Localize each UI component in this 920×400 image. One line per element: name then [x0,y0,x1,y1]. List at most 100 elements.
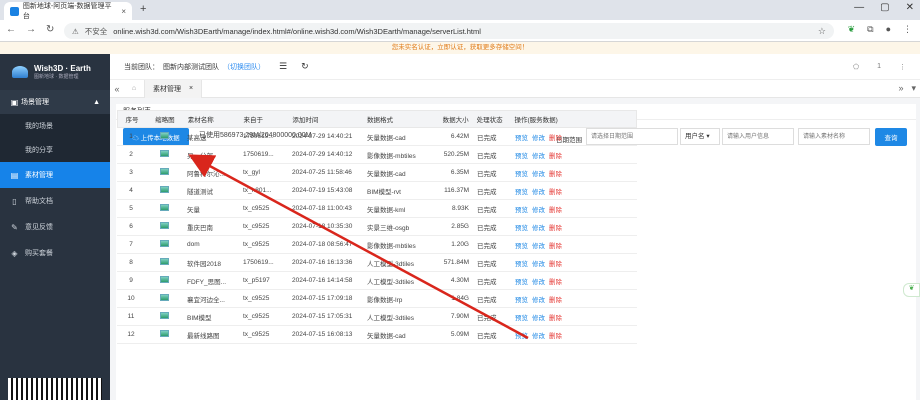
refresh-icon[interactable]: ↻ [301,61,309,72]
sidebar-item-help[interactable]: ▯ 帮助文档 [0,188,110,214]
profile-icon[interactable]: ● [886,24,891,35]
preview-link[interactable]: 预览 [515,225,528,232]
table-cell: 已完成 [477,134,497,142]
url-bar[interactable]: ⚠ 不安全 online.wish3d.com/Wish3DEarth/mana… [64,23,834,39]
user-info-input[interactable] [722,128,794,145]
preview-link[interactable]: 预览 [515,171,528,178]
tabs-menu-icon[interactable]: ▾ [911,83,916,94]
browser-tab-title: 图新地球-阿页端-数据管理平台 [22,3,112,20]
delete-link[interactable]: 删除 [549,243,562,250]
delete-link[interactable]: 删除 [549,225,562,232]
edit-link[interactable]: 修改 [532,315,545,322]
user-type-select[interactable]: 用户名 ▾ [680,128,720,145]
image-thumbnail-icon [159,294,169,301]
edit-link[interactable]: 修改 [532,135,545,142]
edit-link[interactable]: 修改 [532,207,545,214]
sidebar-item-my-scenes[interactable]: 我的场景 [0,114,110,138]
delete-link[interactable]: 删除 [549,315,562,322]
extension-leaf-icon[interactable]: ❦ [848,24,856,35]
close-window-icon[interactable]: ✕ [906,2,914,13]
sidebar-group-scenes[interactable]: ▣ 场景管理 ▲ [0,90,110,114]
minimize-icon[interactable]: — [854,2,864,13]
preview-link[interactable]: 预览 [515,297,528,304]
browser-menu-icon[interactable]: ⋮ [903,24,912,35]
edit-link[interactable]: 修改 [532,225,545,232]
thumbnail [145,294,183,303]
edit-link[interactable]: 修改 [532,333,545,340]
switch-team-link[interactable]: （切换团队） [223,62,265,72]
delete-link[interactable]: 删除 [549,207,562,214]
edit-link[interactable]: 修改 [532,171,545,178]
sidebar-item-my-shares[interactable]: 我的分享 [0,138,110,162]
delete-link[interactable]: 删除 [549,297,562,304]
tabs-scroll-right-icon[interactable]: » [898,83,903,94]
table-cell: 7 [129,241,133,248]
table-cell: 已完成 [477,242,497,250]
forward-icon[interactable]: → [26,24,36,35]
sidebar-item-materials[interactable]: ▤ 素材管理 [0,162,110,188]
more-icon[interactable]: ⋮ [899,63,906,71]
edit-link[interactable]: 修改 [532,279,545,286]
material-name-input[interactable] [798,128,870,145]
preview-link[interactable]: 预览 [515,243,528,250]
url-text[interactable]: online.wish3d.com/Wish3DEarth/manage/ind… [113,27,481,36]
browser-tab[interactable]: 图新地球-阿页端-数据管理平台 × [4,2,132,20]
preview-link[interactable]: 预览 [515,279,528,286]
edit-link[interactable]: 修改 [532,189,545,196]
preview-link[interactable]: 预览 [515,315,528,322]
not-secure-icon[interactable]: ⚠ [72,27,79,36]
delete-link[interactable]: 删除 [549,333,562,340]
table-row: 2 另一分部 1750619... 2024-07-29 14:40:12 影像数据-m… [117,146,637,164]
delete-link[interactable]: 删除 [549,171,562,178]
preview-link[interactable]: 预览 [515,207,528,214]
preview-link[interactable]: 预览 [515,261,528,268]
sidebar-item-purchase[interactable]: ◈ 购买套餐 [0,240,110,266]
thumbnail [145,168,183,177]
preview-link[interactable]: 预览 [515,135,528,142]
tab-materials[interactable]: 素材管理 × [144,79,203,98]
table-cell: 隧道测试 [187,188,213,196]
home-icon[interactable]: ⌂ [124,85,144,92]
skin-icon[interactable]: ⬠ [853,63,859,71]
query-button[interactable]: 查询 [875,128,907,146]
edit-link[interactable]: 修改 [532,261,545,268]
verify-notice[interactable]: 您未实名认证，立即认证，获取更多存储空间！ [0,42,920,54]
table-cell: 2024-07-29 14:40:12 [292,151,353,158]
extensions-puzzle-icon[interactable]: ⧉ [867,24,873,35]
edit-link[interactable]: 修改 [532,243,545,250]
close-icon[interactable]: × [189,85,193,92]
preview-link[interactable]: 预览 [515,189,528,196]
reload-icon[interactable]: ↻ [46,24,54,35]
thumbnail [145,204,183,213]
delete-link[interactable]: 删除 [549,189,562,196]
table-cell: 4.30M [450,277,469,284]
table-cell: 2.85G [451,223,469,230]
delete-link[interactable]: 删除 [549,261,562,268]
table-cell: 人工模型-3dtiles [367,260,414,268]
edit-link[interactable]: 修改 [532,297,545,304]
table-cell: BIM模型-rvt [367,188,401,196]
maximize-icon[interactable]: ▢ [880,2,889,13]
preview-link[interactable]: 预览 [515,333,528,340]
menu-toggle-icon[interactable]: ☰ [279,61,287,72]
delete-link[interactable]: 删除 [549,135,562,142]
new-tab-icon[interactable]: + [140,3,146,15]
tab-label: 素材管理 [153,85,181,93]
back-icon[interactable]: ← [6,24,16,35]
bookmark-star-icon[interactable]: ☆ [818,26,826,37]
delete-link[interactable]: 删除 [549,279,562,286]
site-favicon-icon [10,6,19,16]
preview-link[interactable]: 预览 [515,153,528,160]
close-tab-icon[interactable]: × [121,7,126,16]
user-name[interactable]: 1 [877,63,881,70]
sidebar-item-feedback[interactable]: ✎ 意见反馈 [0,214,110,240]
tabs-scroll-left-icon[interactable]: « [110,84,124,94]
delete-link[interactable]: 删除 [549,153,562,160]
column-header: 数据格式 [367,117,394,124]
edit-link[interactable]: 修改 [532,153,545,160]
scene-icon: ▣ [10,97,19,107]
table-cell: 2024-07-29 14:40:21 [292,133,353,140]
table-cell: 2024-07-15 17:05:31 [292,313,353,320]
side-assistant-tab[interactable]: ❦ [903,283,920,297]
row-actions: 预览 修改 删除 [511,204,637,214]
